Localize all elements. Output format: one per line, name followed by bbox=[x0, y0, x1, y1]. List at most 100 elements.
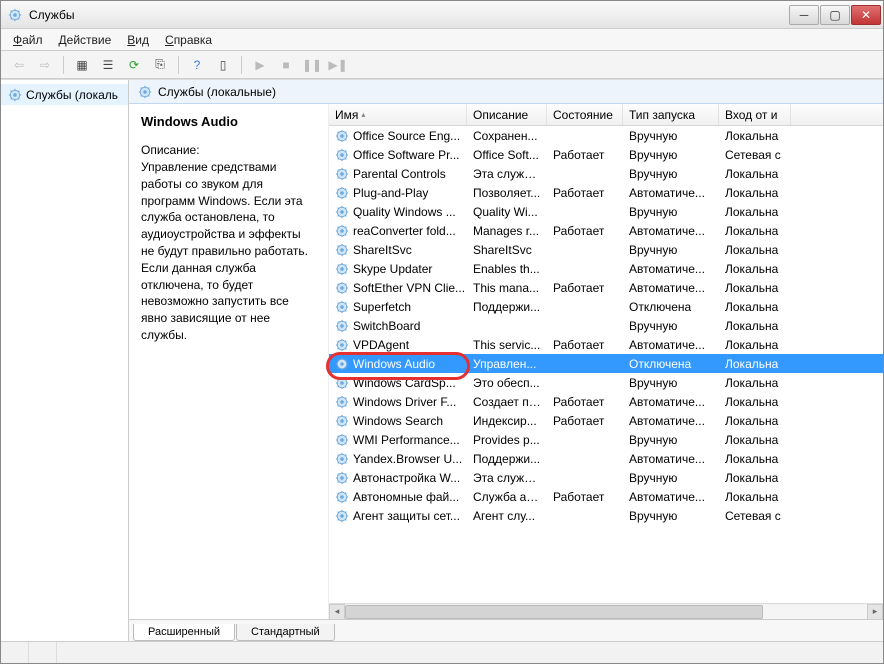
app-icon bbox=[7, 7, 23, 23]
minimize-button[interactable]: ─ bbox=[789, 5, 819, 25]
detail-pane: Windows Audio Описание: Управление средс… bbox=[129, 104, 329, 619]
show-hide-tree-button[interactable]: ▦ bbox=[70, 54, 94, 76]
service-row[interactable]: SuperfetchПоддержи...ОтключенаЛокальна bbox=[329, 297, 883, 316]
scroll-track[interactable] bbox=[345, 605, 867, 619]
menubar: Файл Действие Вид Справка bbox=[1, 29, 883, 51]
service-logon: Локальна bbox=[719, 451, 791, 467]
service-state: Работает bbox=[547, 147, 623, 163]
forward-button[interactable]: ⇨ bbox=[33, 54, 57, 76]
service-row[interactable]: Автонастройка W...Эта служб...ВручнуюЛок… bbox=[329, 468, 883, 487]
service-desc: Office Soft... bbox=[467, 147, 547, 163]
service-logon: Локальна bbox=[719, 413, 791, 429]
service-desc: Поддержи... bbox=[467, 299, 547, 315]
titlebar: Службы ─ ▢ ✕ bbox=[1, 1, 883, 29]
service-name: Windows Driver F... bbox=[353, 395, 456, 409]
service-row[interactable]: Windows AudioУправлен...ОтключенаЛокальн… bbox=[329, 354, 883, 373]
pause-service-button[interactable]: ❚❚ bbox=[300, 54, 324, 76]
maximize-button[interactable]: ▢ bbox=[820, 5, 850, 25]
gear-icon bbox=[335, 262, 349, 276]
properties-button[interactable]: ☰ bbox=[96, 54, 120, 76]
restart-service-button[interactable]: ▶❚ bbox=[326, 54, 350, 76]
tree-item-services-local[interactable]: Службы (локаль bbox=[1, 84, 128, 105]
service-name: Windows CardSp... bbox=[353, 376, 456, 390]
service-name: WMI Performance... bbox=[353, 433, 460, 447]
service-row[interactable]: Plug-and-PlayПозволяет...РаботаетАвтомат… bbox=[329, 183, 883, 202]
service-row[interactable]: Агент защиты сет...Агент слу...ВручнуюСе… bbox=[329, 506, 883, 525]
gear-icon bbox=[335, 338, 349, 352]
service-row[interactable]: Quality Windows ...Quality Wi...ВручнуюЛ… bbox=[329, 202, 883, 221]
service-logon: Сетевая с bbox=[719, 147, 791, 163]
tab-standard[interactable]: Стандартный bbox=[236, 624, 335, 641]
gear-icon bbox=[335, 167, 349, 181]
service-row[interactable]: Автономные фай...Служба ав...РаботаетАвт… bbox=[329, 487, 883, 506]
service-startup: Автоматиче... bbox=[623, 223, 719, 239]
close-button[interactable]: ✕ bbox=[851, 5, 881, 25]
scroll-left-button[interactable]: ◂ bbox=[329, 604, 345, 620]
service-state bbox=[547, 363, 623, 365]
menu-file[interactable]: Файл bbox=[7, 31, 49, 49]
gear-icon bbox=[335, 376, 349, 390]
service-row[interactable]: Windows Driver F...Создает пр...Работает… bbox=[329, 392, 883, 411]
service-logon: Локальна bbox=[719, 242, 791, 258]
service-state: Работает bbox=[547, 280, 623, 296]
tab-extended[interactable]: Расширенный bbox=[133, 624, 235, 641]
gear-icon bbox=[335, 129, 349, 143]
service-row[interactable]: SoftEther VPN Clie...This mana...Работае… bbox=[329, 278, 883, 297]
service-name: Plug-and-Play bbox=[353, 186, 428, 200]
service-logon: Локальна bbox=[719, 128, 791, 144]
service-row[interactable]: SwitchBoardВручнуюЛокальна bbox=[329, 316, 883, 335]
column-description[interactable]: Описание bbox=[467, 104, 547, 125]
service-row[interactable]: Skype UpdaterEnables th...Автоматиче...Л… bbox=[329, 259, 883, 278]
menu-view[interactable]: Вид bbox=[121, 31, 155, 49]
gear-icon bbox=[335, 490, 349, 504]
start-service-button[interactable]: ▶ bbox=[248, 54, 272, 76]
service-row[interactable]: Windows SearchИндексир...РаботаетАвтомат… bbox=[329, 411, 883, 430]
service-row[interactable]: Office Source Eng...Сохранен...ВручнуюЛо… bbox=[329, 126, 883, 145]
service-name: Office Software Pr... bbox=[353, 148, 460, 162]
column-logon[interactable]: Вход от и bbox=[719, 104, 791, 125]
stop-service-button[interactable]: ■ bbox=[274, 54, 298, 76]
gear-icon bbox=[335, 224, 349, 238]
column-state[interactable]: Состояние bbox=[547, 104, 623, 125]
service-row[interactable]: ShareItSvcShareItSvcВручнуюЛокальна bbox=[329, 240, 883, 259]
service-desc: Эта служб... bbox=[467, 166, 547, 182]
service-name: Yandex.Browser U... bbox=[353, 452, 462, 466]
service-row[interactable]: VPDAgentThis servic...РаботаетАвтоматиче… bbox=[329, 335, 883, 354]
export-list-button[interactable]: ⎘ bbox=[148, 54, 172, 76]
refresh-button[interactable]: ⟳ bbox=[122, 54, 146, 76]
gear-icon bbox=[335, 319, 349, 333]
column-name[interactable]: Имя▴ bbox=[329, 104, 467, 125]
service-name: Superfetch bbox=[353, 300, 411, 314]
description-text: Управление средствами работы со звуком д… bbox=[141, 159, 316, 344]
service-row[interactable]: Parental ControlsЭта служб...ВручнуюЛока… bbox=[329, 164, 883, 183]
menu-action[interactable]: Действие bbox=[53, 31, 118, 49]
service-name: Windows Audio bbox=[353, 357, 435, 371]
service-state: Работает bbox=[547, 337, 623, 353]
service-list[interactable]: Office Source Eng...Сохранен...ВручнуюЛо… bbox=[329, 126, 883, 603]
service-row[interactable]: WMI Performance...Provides p...ВручнуюЛо… bbox=[329, 430, 883, 449]
service-logon: Локальна bbox=[719, 261, 791, 277]
service-row[interactable]: Windows CardSp...Это обесп...ВручнуюЛока… bbox=[329, 373, 883, 392]
pane-title: Службы (локальные) bbox=[158, 85, 276, 99]
service-logon: Локальна bbox=[719, 299, 791, 315]
service-desc: Сохранен... bbox=[467, 128, 547, 144]
service-name: Parental Controls bbox=[353, 167, 446, 181]
pane-header: Службы (локальные) bbox=[129, 80, 883, 104]
scroll-thumb[interactable] bbox=[345, 605, 763, 619]
help-button[interactable]: ? bbox=[185, 54, 209, 76]
menu-help[interactable]: Справка bbox=[159, 31, 218, 49]
column-startup[interactable]: Тип запуска bbox=[623, 104, 719, 125]
horizontal-scrollbar[interactable]: ◂ ▸ bbox=[329, 603, 883, 619]
gear-icon bbox=[335, 205, 349, 219]
service-state bbox=[547, 211, 623, 213]
back-button[interactable]: ⇦ bbox=[7, 54, 31, 76]
scroll-right-button[interactable]: ▸ bbox=[867, 604, 883, 620]
service-row[interactable]: reaConverter fold...Manages r...Работает… bbox=[329, 221, 883, 240]
gear-icon bbox=[335, 509, 349, 523]
service-startup: Автоматиче... bbox=[623, 337, 719, 353]
service-row[interactable]: Yandex.Browser U...Поддержи...Автоматиче… bbox=[329, 449, 883, 468]
service-logon: Сетевая с bbox=[719, 508, 791, 524]
gear-icon bbox=[335, 433, 349, 447]
console-button[interactable]: ▯ bbox=[211, 54, 235, 76]
service-row[interactable]: Office Software Pr... Office Soft...Работ… bbox=[329, 145, 883, 164]
